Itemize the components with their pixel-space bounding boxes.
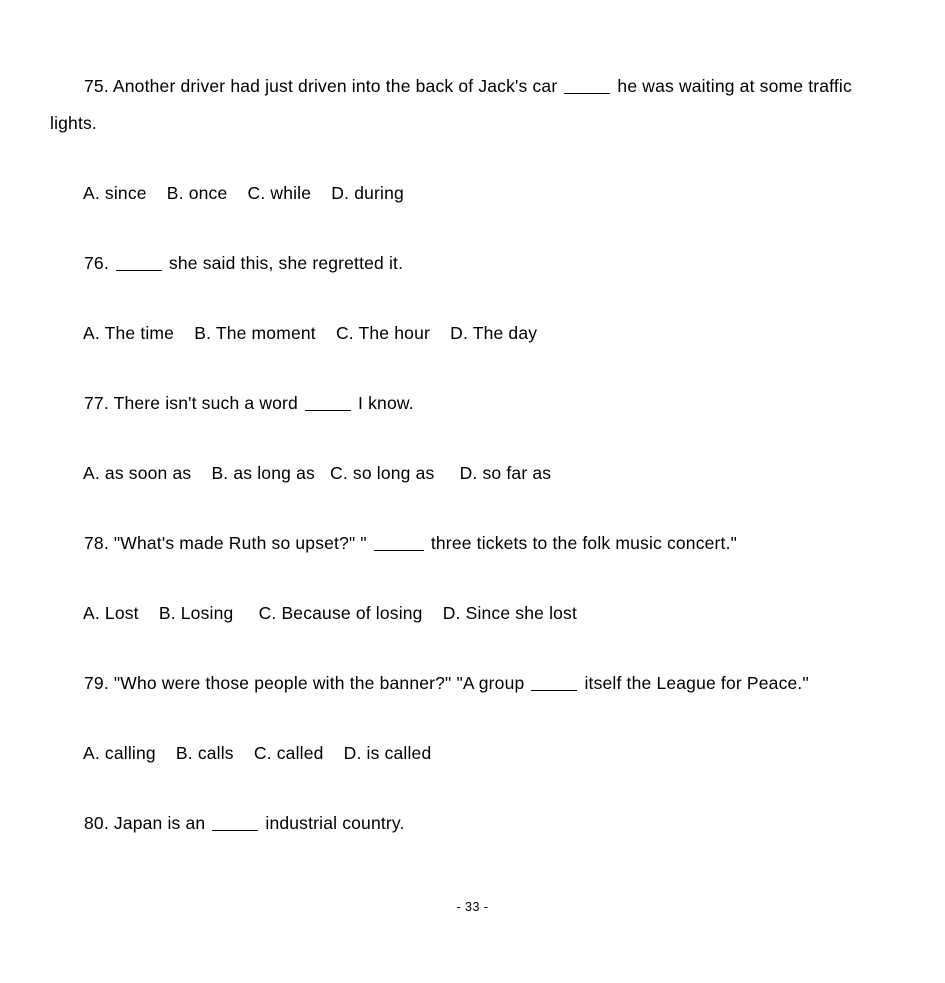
exam-content: 75. Another driver had just driven into … [50, 68, 862, 842]
options-row-76[interactable]: A. The time B. The moment C. The hour D.… [50, 315, 862, 352]
question-75-text-before-blank: 75. Another driver had just driven into … [84, 76, 563, 96]
question-79-text-after-blank: itself the League for Peace." [579, 673, 809, 693]
question-block-77: 77. There isn't such a word I know. A. a… [50, 385, 862, 492]
answer-blank-80[interactable] [212, 830, 259, 831]
answer-blank-78[interactable] [373, 550, 424, 551]
page-number-footer: - 33 - [456, 900, 489, 914]
question-block-79: 79. "Who were those people with the bann… [50, 665, 862, 772]
question-block-75: 75. Another driver had just driven into … [50, 68, 862, 212]
answer-blank-76[interactable] [115, 270, 162, 271]
options-row-77[interactable]: A. as soon as B. as long as C. so long a… [50, 455, 862, 492]
question-76-text-before-blank: 76. [84, 253, 114, 273]
answer-blank-75[interactable] [564, 93, 611, 94]
options-row-75[interactable]: A. since B. once C. while D. during [50, 175, 862, 212]
question-77-text-before-blank: 77. There isn't such a word [84, 393, 304, 413]
question-77-text-after-blank: I know. [353, 393, 414, 413]
question-text-76: 76. she said this, she regretted it. [50, 245, 862, 282]
document-page: 75. Another driver had just driven into … [0, 0, 945, 983]
answer-blank-79[interactable] [531, 690, 578, 691]
question-block-78: 78. "What's made Ruth so upset?" " three… [50, 525, 862, 632]
question-76-text-after-blank: she said this, she regretted it. [163, 253, 404, 273]
question-78-text-before-blank: 78. "What's made Ruth so upset?" " [84, 533, 372, 553]
question-text-80: 80. Japan is an industrial country. [50, 805, 862, 842]
question-80-text-after-blank: industrial country. [260, 813, 405, 833]
question-block-76: 76. she said this, she regretted it. A. … [50, 245, 862, 352]
question-78-text-after-blank: three tickets to the folk music concert.… [425, 533, 738, 553]
answer-blank-77[interactable] [305, 410, 352, 411]
question-80-text-before-blank: 80. Japan is an [84, 813, 211, 833]
options-row-79[interactable]: A. calling B. calls C. called D. is call… [50, 735, 862, 772]
question-block-80: 80. Japan is an industrial country. [50, 805, 862, 842]
question-text-79: 79. "Who were those people with the bann… [50, 665, 862, 702]
question-text-77: 77. There isn't such a word I know. [50, 385, 862, 422]
question-text-78: 78. "What's made Ruth so upset?" " three… [50, 525, 862, 562]
question-79-text-before-blank: 79. "Who were those people with the bann… [84, 673, 530, 693]
question-text-75: 75. Another driver had just driven into … [50, 68, 862, 142]
options-row-78[interactable]: A. Lost B. Losing C. Because of losing D… [50, 595, 862, 632]
